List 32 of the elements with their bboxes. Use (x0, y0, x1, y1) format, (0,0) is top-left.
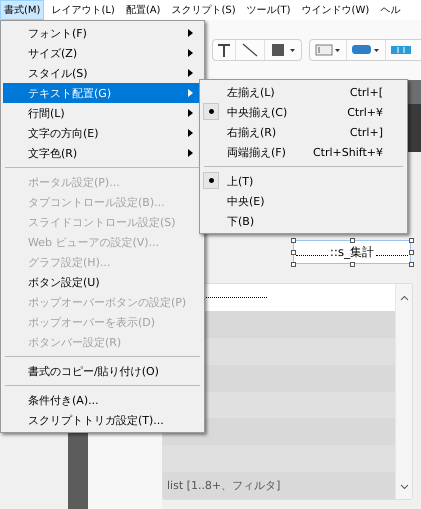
selection-handle[interactable] (409, 262, 414, 267)
menu-item[interactable]: 右揃え(R) Ctrl+] (202, 122, 405, 142)
menu-item[interactable]: テキスト配置(G) (3, 83, 202, 103)
menu-item[interactable]: 両端揃え(F) Ctrl+Shift+¥ (202, 142, 405, 162)
selection-handle[interactable] (291, 262, 296, 267)
portal-label: list [1..8+、フィルタ] (167, 478, 280, 494)
menu-item[interactable]: 上(T) (202, 171, 405, 191)
menu-item[interactable]: 中央揃え(C) Ctrl+¥ (202, 102, 405, 122)
menubar-item[interactable]: ウインドウ(W) (298, 0, 374, 20)
field-name-text: ::s_集計 (330, 244, 374, 260)
menu-item[interactable]: 文字色(R) (3, 143, 202, 163)
menu-item[interactable]: フォント(F) (3, 23, 202, 43)
menu-item[interactable]: 左揃え(L) Ctrl+[ (202, 82, 405, 102)
menu-item[interactable]: サイズ(Z) (3, 43, 202, 63)
menu-item[interactable]: 中央(E) (202, 191, 405, 211)
menubar-item[interactable]: ヘル (376, 0, 404, 20)
selection-handle[interactable] (291, 250, 296, 255)
menu-item[interactable]: 行間(L) (3, 103, 202, 123)
menu-item[interactable]: 文字の方向(E) (3, 123, 202, 143)
text-field-object[interactable]: ::s_集計 (293, 240, 411, 264)
menu-item[interactable]: 下(B) (202, 211, 405, 231)
menubar-item[interactable]: 配置(A) (122, 0, 164, 20)
menubar-item[interactable]: ツール(T) (242, 0, 295, 20)
menubar-item[interactable]: レイアウト(L) (47, 0, 119, 20)
selection-handle[interactable] (409, 238, 414, 243)
selection-handle[interactable] (350, 238, 355, 243)
selection-handle[interactable] (291, 238, 296, 243)
selection-handle[interactable] (350, 262, 355, 267)
menubar-item[interactable]: スクリプト(S) (167, 0, 240, 20)
menubar-item[interactable]: 書式(M) (0, 0, 44, 20)
menu-item[interactable]: スタイル(S) (3, 63, 202, 83)
selection-handle[interactable] (409, 250, 414, 255)
